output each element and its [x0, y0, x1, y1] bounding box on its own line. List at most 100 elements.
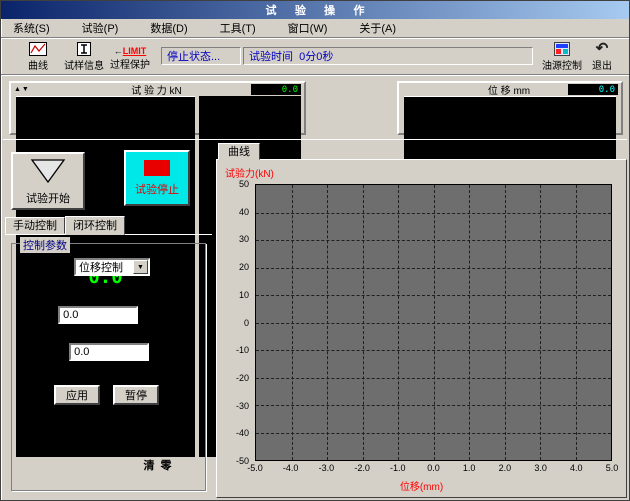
force-aux-display: 0.0 [251, 84, 301, 95]
menu-item-system[interactable]: 系统(S) [9, 19, 54, 37]
y-tick-label: -10 [236, 345, 249, 355]
x-tick-label: -1.0 [390, 463, 406, 473]
app-window: 试 验 操 作 系统(S) 试验(P) 数据(D) 工具(T) 窗口(W) 关于… [0, 0, 630, 501]
process-protect-label: 过程保护 [110, 56, 150, 71]
control-mode-row: 控制模式 位移控制 ▼ [22, 258, 205, 276]
start-triangle-icon [28, 157, 68, 188]
action-buttons-row: 应用 暂停 [54, 385, 205, 405]
control-mode-select[interactable]: 位移控制 ▼ [74, 258, 150, 276]
force-display-panel: ▲▼ 试 验 力 kN 0.0 0.0 峰 值 0.2 清 零 [9, 81, 306, 135]
v-gridline [505, 185, 506, 460]
y-tick-label: -20 [236, 373, 249, 383]
y-tick-label: 10 [239, 290, 249, 300]
pause-button[interactable]: 暂停 [113, 385, 159, 405]
v-gridline [540, 185, 541, 460]
y-tick-label: 20 [239, 262, 249, 272]
v-gridline [363, 185, 364, 460]
menu-bar: 系统(S) 试验(P) 数据(D) 工具(T) 窗口(W) 关于(A) [1, 19, 629, 38]
displacement-aux-display: 0.0 [568, 84, 618, 95]
oil-source-label: 油源控制 [542, 57, 582, 72]
x-tick-label: 1.0 [463, 463, 476, 473]
menu-item-about[interactable]: 关于(A) [355, 19, 400, 37]
displacement-display-panel: 位 移 mm 0.0 0.00 峰 值 0.01 [397, 81, 623, 135]
y-axis-title: 试验力(kN) [225, 165, 274, 180]
oil-source-icon [554, 41, 570, 57]
specimen-info-label: 试样信息 [64, 57, 104, 72]
control-params-groupbox: 控制参数 控制模式 位移控制 ▼ 速 度 mm/min [11, 243, 206, 491]
y-tick-label: 30 [239, 234, 249, 244]
stop-square-icon [144, 160, 170, 176]
tab-manual-control[interactable]: 手动控制 [5, 217, 65, 234]
force-panel-header: ▲▼ 试 验 力 kN 0.0 [11, 83, 304, 96]
y-axis: 50403020100-10-20-30-40-50 [217, 184, 252, 461]
curve-tool-button[interactable]: 曲线 [15, 39, 61, 73]
speed-unit: mm/min [144, 309, 183, 321]
displacement-title: 位 移 mm [450, 82, 568, 97]
title-bar: 试 验 操 作 [1, 1, 629, 19]
menu-item-tools[interactable]: 工具(T) [216, 19, 260, 37]
plot-area [255, 184, 612, 461]
x-tick-label: -5.0 [247, 463, 263, 473]
apply-button[interactable]: 应用 [54, 385, 100, 405]
toolbar: 曲线 试样信息 ←LIMIT 过程保护 停止状态... 试验时间 0分0秒 油源… [1, 38, 629, 75]
sort-arrows-icon[interactable]: ▲▼ [14, 86, 62, 93]
test-time-text: 试验时间 0分0秒 [249, 48, 333, 64]
test-time-box: 试验时间 0分0秒 [243, 47, 533, 65]
x-tick-label: 5.0 [606, 463, 619, 473]
control-tabs: 手动控制 闭环控制 [5, 216, 125, 234]
exit-label: 退出 [592, 57, 612, 72]
x-tick-label: -4.0 [283, 463, 299, 473]
target-row: 目 标 值 mm [22, 343, 205, 361]
limit-icon: ←LIMIT [114, 42, 147, 56]
displacement-panel-header: 位 移 mm 0.0 [399, 83, 621, 96]
oil-source-button[interactable]: 油源控制 [539, 39, 585, 73]
group-title: 控制参数 [20, 237, 70, 253]
y-tick-label: 40 [239, 207, 249, 217]
chart-body: 试验力(kN) 50403020100-10-20-30-40-50 -5.0-… [216, 159, 627, 498]
start-test-label: 试验开始 [26, 190, 70, 206]
page-title: 试 验 操 作 [265, 2, 364, 18]
y-tick-label: -40 [236, 428, 249, 438]
target-input[interactable] [69, 343, 149, 361]
tab-curve[interactable]: 曲线 [218, 143, 260, 160]
target-unit: mm [155, 346, 173, 358]
process-protect-button[interactable]: ←LIMIT 过程保护 [107, 39, 153, 73]
stop-test-button[interactable]: 试验停止 [124, 150, 190, 206]
speed-row: 速 度 mm/min [22, 306, 205, 324]
exit-button[interactable]: ↶ 退出 [585, 39, 619, 73]
curve-icon [29, 41, 47, 57]
x-tick-label: 2.0 [499, 463, 512, 473]
specimen-info-button[interactable]: 试样信息 [61, 39, 107, 73]
v-gridline [434, 185, 435, 460]
v-gridline [469, 185, 470, 460]
start-test-button[interactable]: 试验开始 [11, 152, 85, 210]
force-title: 试 验 力 kN [62, 82, 251, 97]
menu-item-test[interactable]: 试验(P) [78, 19, 123, 37]
status-text: 停止状态... [167, 48, 220, 64]
speed-input[interactable] [58, 306, 138, 324]
x-tick-label: -2.0 [354, 463, 370, 473]
x-axis: -5.0-4.0-3.0-2.0-1.00.01.02.03.04.05.0 [255, 463, 612, 475]
tab-closedloop-control[interactable]: 闭环控制 [65, 216, 125, 235]
stop-test-label: 试验停止 [135, 181, 179, 197]
chevron-down-icon[interactable]: ▼ [133, 260, 148, 274]
curve-tool-label: 曲线 [28, 57, 48, 72]
chart-panel: 曲线 试验力(kN) 50403020100-10-20-30-40-50 -5… [216, 142, 627, 498]
menu-item-window[interactable]: 窗口(W) [284, 19, 332, 37]
x-axis-title: 位移(mm) [217, 478, 626, 493]
menu-item-data[interactable]: 数据(D) [146, 19, 191, 37]
control-mode-label: 控制模式 [22, 259, 66, 275]
main-area: 试验开始 试验停止 手动控制 闭环控制 控制参数 控制模式 位移控制 ▼ [3, 139, 627, 500]
v-gridline [576, 185, 577, 460]
control-mode-value: 位移控制 [76, 259, 133, 275]
closedloop-tab-page: 控制参数 控制模式 位移控制 ▼ 速 度 mm/min [5, 234, 212, 496]
limit-label: LIMIT [123, 46, 147, 56]
y-tick-label: -30 [236, 401, 249, 411]
v-gridline [398, 185, 399, 460]
x-tick-label: 3.0 [534, 463, 547, 473]
specimen-icon [77, 41, 91, 57]
speed-label: 速 度 [22, 307, 50, 323]
y-tick-label: 0 [244, 318, 249, 328]
left-control-panel: 试验开始 试验停止 手动控制 闭环控制 控制参数 控制模式 位移控制 ▼ [3, 140, 214, 500]
status-box: 停止状态... [161, 47, 241, 65]
